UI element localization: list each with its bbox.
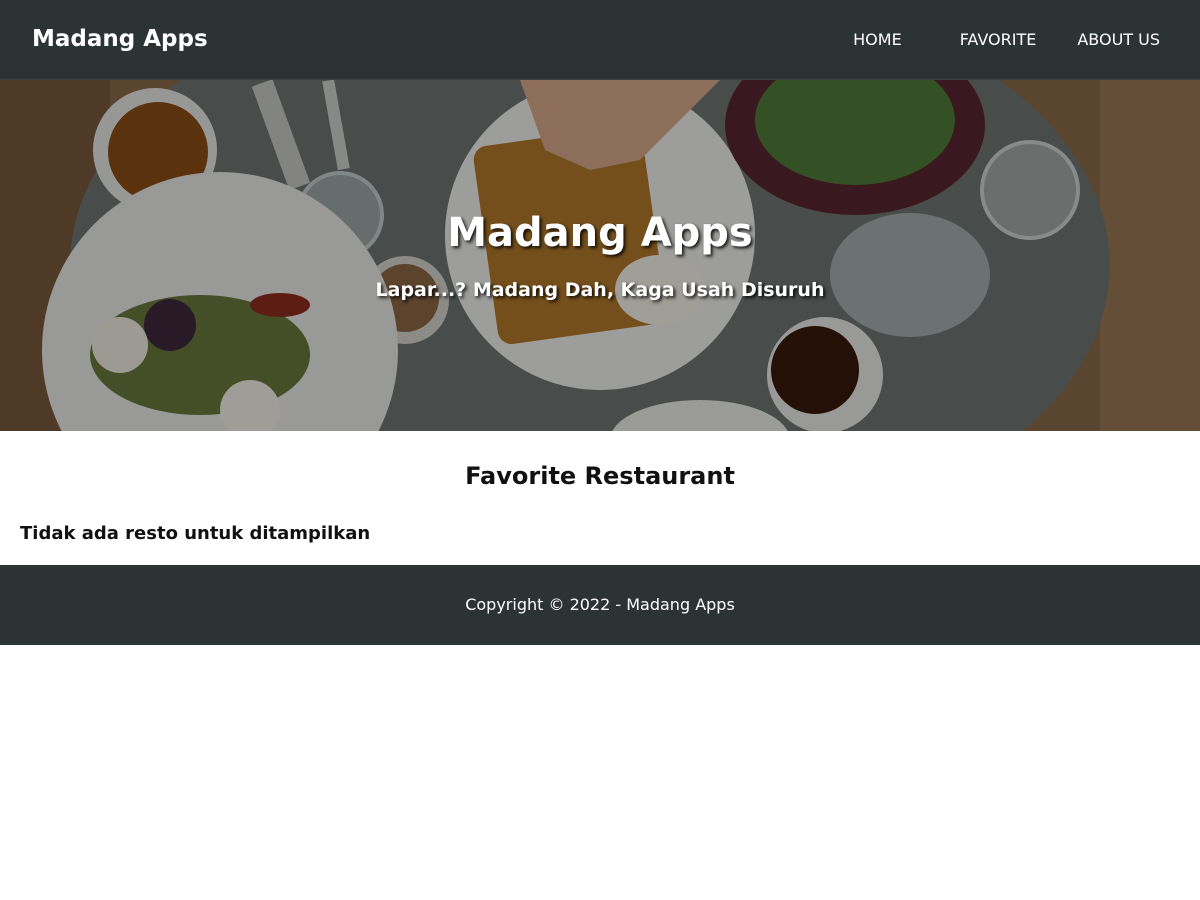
nav-link-favorite[interactable]: FAVORITE bbox=[960, 30, 1037, 49]
app-bar: Madang Apps HOME FAVORITE ABOUT US bbox=[0, 0, 1200, 80]
section-title: Favorite Restaurant bbox=[465, 462, 735, 490]
empty-state-message: Tidak ada resto untuk ditampilkan bbox=[20, 523, 371, 544]
nav-link-home[interactable]: HOME bbox=[853, 30, 902, 49]
brand-logo-link[interactable]: Madang Apps bbox=[32, 26, 208, 52]
nav-link-about-us[interactable]: ABOUT US bbox=[1077, 30, 1160, 49]
footer: Copyright © 2022 - Madang Apps bbox=[0, 565, 1200, 645]
hero-banner: Madang Apps Lapar...? Madang Dah, Kaga U… bbox=[0, 80, 1200, 431]
main-nav: HOME FAVORITE ABOUT US bbox=[853, 30, 1160, 49]
main-content: Favorite Restaurant Tidak ada resto untu… bbox=[0, 431, 1200, 565]
hero-title: Madang Apps bbox=[447, 210, 753, 256]
copyright-text: Copyright © 2022 - Madang Apps bbox=[465, 595, 735, 614]
hero-subtitle: Lapar...? Madang Dah, Kaga Usah Disuruh bbox=[375, 279, 825, 301]
